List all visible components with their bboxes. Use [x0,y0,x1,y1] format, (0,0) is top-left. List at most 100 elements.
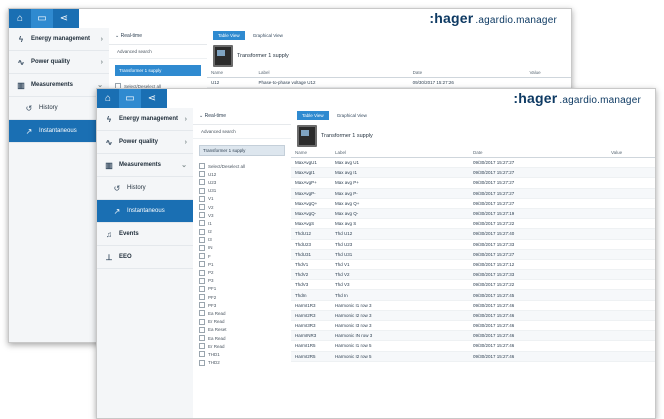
nav-energy-management[interactable]: ϟ Energy management › [97,108,193,131]
checkbox-box[interactable] [199,310,205,317]
table-row[interactable]: ThdV2 Thd V2 09/30/2017 15:27:33 [291,269,655,281]
nav-instantaneous[interactable]: ↗ Instantaneous [9,120,109,143]
col-name[interactable]: Name [207,68,255,78]
tab-graphical-view[interactable]: Graphical View [248,31,288,40]
advanced-search-link[interactable]: Advanced search [193,125,291,139]
col-label[interactable]: Label [331,148,469,158]
col-label[interactable]: Label [254,68,409,78]
nav-power-quality[interactable]: ∿ Power quality › [9,51,109,74]
nav-measurements[interactable]: ▥ Measurements ⌄ [9,74,109,97]
channel-checkbox[interactable]: PF2 [193,293,291,301]
checkbox-box[interactable] [199,204,205,211]
channel-checkbox[interactable]: V3 [193,211,291,219]
advanced-search-link[interactable]: Advanced search [109,45,207,59]
channel-checkbox[interactable]: THD2 [193,359,291,367]
checkbox-box[interactable] [199,302,205,309]
checkbox-box[interactable] [199,359,205,366]
table-row[interactable]: HarmI2R5 Harmonic I2 row 5 09/30/2017 15:2… [291,351,655,362]
tab-table-view[interactable]: Table View [213,31,245,40]
channel-checkbox[interactable]: I1 [193,219,291,227]
nav-instantaneous[interactable]: ↗ Instantaneous [97,200,193,223]
nav-history[interactable]: ↺ History [97,177,193,200]
checkbox-box[interactable] [199,326,205,333]
channel-checkbox[interactable]: IN [193,244,291,252]
nav-measurements[interactable]: ▥ Measurements ⌄ [97,154,193,177]
table-row[interactable]: HarmI3R3 Harmonic I3 row 3 09/30/2017 15:2… [291,320,655,332]
tab-table-view[interactable]: Table View [297,111,329,120]
channel-checkbox[interactable]: U23 [193,178,291,186]
checkbox-box[interactable] [199,220,205,227]
table-row[interactable]: HarmI2R3 Harmonic I2 row 3 09/30/2017 15:2… [291,310,655,322]
checkbox-box[interactable] [199,261,205,268]
channel-checkbox[interactable]: P2 [193,268,291,276]
checkbox-box[interactable] [199,343,205,350]
channel-checkbox[interactable]: I3 [193,236,291,244]
channel-checkbox[interactable]: V1 [193,195,291,203]
channel-checkbox[interactable]: THD1 [193,350,291,358]
channel-checkbox[interactable]: U31 [193,187,291,195]
nav-eeo[interactable]: ⊥ EEO [97,246,193,269]
realtime-header[interactable]: ⌄ Real-time [109,28,207,45]
channel-checkbox[interactable]: P3 [193,277,291,285]
checkbox-box[interactable] [199,236,205,243]
device-select[interactable]: Transformer 1 supply [199,145,285,156]
table-row[interactable]: HarmINR3 Harmonic IN row 3 09/30/2017 15:2… [291,330,655,342]
channel-checkbox[interactable]: Ea Read [193,334,291,342]
table-row[interactable]: HarmI1R3 Harmonic I1 row 3 09/30/2017 15:2… [291,300,655,311]
channel-checkbox[interactable]: Ea Read [193,309,291,317]
channel-checkbox[interactable]: P1 [193,260,291,268]
table-row[interactable]: MaxAvgS Max avg S 09/30/2017 15:27:22 [291,218,655,230]
col-name[interactable]: Name [291,148,331,158]
channel-checkbox[interactable]: V2 [193,203,291,211]
table-row[interactable]: HarmI1R5 Harmonic I1 row 5 09/30/2017 15:2… [291,340,655,352]
checkbox-box[interactable] [199,187,205,194]
share-icon[interactable]: ⋖ [53,9,75,28]
table-row[interactable]: ThdIn Thd In 09/30/2017 15:27:45 [291,289,655,301]
table-row[interactable]: MaxAvgQ+ Max avg Q+ 09/30/2017 15:27:27 [291,198,655,209]
table-row[interactable]: U12 Phase-to-phase voltage U12 09/30/201… [207,77,571,89]
checkbox-box[interactable] [199,335,205,342]
checkbox-box[interactable] [199,244,205,251]
col-date[interactable]: Date [408,68,526,78]
table-row[interactable]: ThdU23 Thd U23 09/30/2017 15:27:33 [291,239,655,250]
select-all-checkbox[interactable]: Select/Deselect all [193,162,291,170]
table-row[interactable]: MaxAvgI1 Max avg I1 09/30/2017 15:27:27 [291,167,655,179]
checkbox-box[interactable] [199,179,205,186]
table-row[interactable]: MaxAvgQ- Max avg Q- 09/30/2017 15:27:19 [291,208,655,220]
nav-energy-management[interactable]: ϟ Energy management › [9,28,109,51]
table-row[interactable]: MaxAvgP- Max avg P- 09/30/2017 15:27:27 [291,188,655,199]
checkbox-box[interactable] [199,253,205,260]
table-row[interactable]: ThdV3 Thd V3 09/30/2017 15:27:22 [291,279,655,291]
channel-checkbox[interactable]: Er Read [193,342,291,350]
checkbox-box[interactable] [199,285,205,292]
share-icon[interactable]: ⋖ [141,89,163,108]
col-date[interactable]: Date [469,148,607,158]
realtime-header[interactable]: ⌄ Real-time [193,108,291,125]
table-row[interactable]: MaxAvgU1 Max avg U1 09/30/2017 15:27:27 [291,157,655,169]
checkbox-box[interactable] [199,277,205,284]
monitor-icon[interactable]: ▭ [119,89,141,108]
table-row[interactable]: ThdU31 Thd U31 09/30/2017 15:27:27 [291,249,655,260]
home-icon[interactable]: ⌂ [9,9,31,28]
channel-checkbox[interactable]: PF3 [193,301,291,309]
table-row[interactable]: MaxAvgP+ Max avg P+ 09/30/2017 15:27:27 [291,177,655,189]
channel-checkbox[interactable]: F [193,252,291,260]
channel-checkbox[interactable]: I2 [193,228,291,236]
table-row[interactable]: ThdU12 Thd U12 09/30/2017 15:27:40 [291,228,655,240]
checkbox-box[interactable] [199,228,205,235]
tab-graphical-view[interactable]: Graphical View [332,111,372,120]
channel-checkbox[interactable]: PF1 [193,285,291,293]
nav-history[interactable]: ↺ History [9,97,109,120]
col-value[interactable]: Value [525,68,571,78]
device-select[interactable]: Transformer 1 supply [115,65,201,76]
col-value[interactable]: Value [607,148,655,158]
checkbox-box[interactable] [199,195,205,202]
nav-events[interactable]: ♫ Events [97,223,193,246]
nav-power-quality[interactable]: ∿ Power quality › [97,131,193,154]
home-icon[interactable]: ⌂ [97,89,119,108]
checkbox-box[interactable] [199,318,205,325]
checkbox-box[interactable] [199,351,205,358]
monitor-icon[interactable]: ▭ [31,9,53,28]
checkbox-box[interactable] [199,171,205,178]
checkbox-box[interactable] [199,269,205,276]
